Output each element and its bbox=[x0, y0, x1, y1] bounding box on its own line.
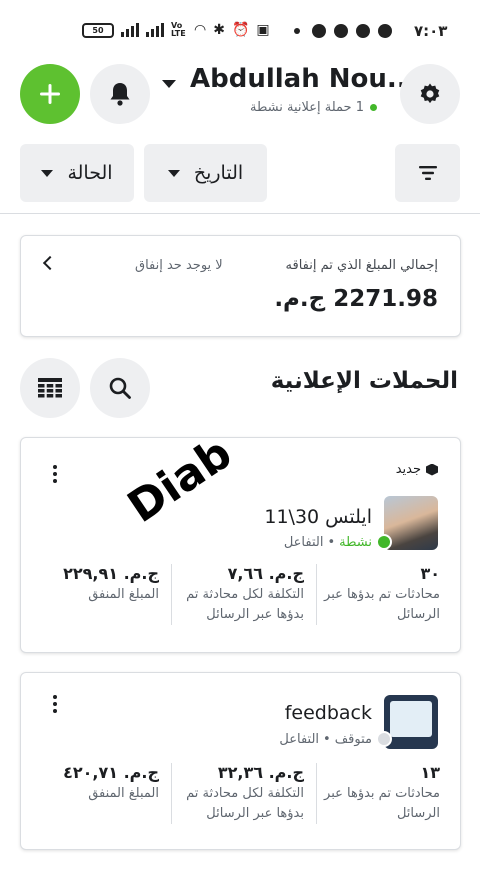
metric-cost-per-conversation: ج.م. ٣٢,٣٦ التكلفة لكل محادثة تم بدؤها ع… bbox=[172, 763, 317, 824]
account-switcher-caret-icon[interactable] bbox=[162, 80, 176, 88]
separator-dot: • bbox=[323, 732, 331, 747]
table-icon bbox=[38, 378, 62, 398]
search-button[interactable] bbox=[90, 358, 150, 418]
active-dot-icon bbox=[370, 104, 377, 111]
campaign-objective: التفاعل bbox=[279, 732, 320, 747]
campaign-status: متوقف bbox=[334, 732, 372, 747]
campaign-card[interactable]: feedback متوقف • التفاعل ١٣ محادثات تم ب… bbox=[20, 672, 461, 850]
campaign-thumbnail bbox=[384, 695, 438, 749]
bell-icon bbox=[110, 83, 130, 106]
date-filter-label: التاريخ bbox=[193, 162, 244, 184]
settings-button[interactable] bbox=[400, 64, 460, 124]
metric-label: المبلغ المنفق bbox=[88, 587, 159, 602]
separator-dot: • bbox=[327, 535, 336, 550]
campaigns-section-title: الحملات الإعلانية bbox=[270, 368, 458, 394]
signal-icon-2 bbox=[146, 23, 164, 37]
nfc-icon: ▣ bbox=[256, 22, 270, 38]
dropdown-caret-icon bbox=[167, 169, 180, 177]
metric-value: ج.م. ٤٢٠,٧١ bbox=[63, 763, 159, 782]
campaign-objective: التفاعل bbox=[283, 535, 324, 550]
active-campaigns-summary: 1 حملة إعلانية نشطة bbox=[250, 100, 390, 115]
status-filter-button[interactable]: الحالة bbox=[20, 144, 134, 202]
gear-icon bbox=[420, 83, 440, 104]
account-name[interactable]: Abdullah Nou... bbox=[190, 64, 417, 94]
battery-icon: 50 bbox=[82, 22, 114, 38]
facebook-icon bbox=[378, 24, 392, 38]
status-dot-icon bbox=[376, 731, 392, 747]
total-spend-card[interactable]: لا يوجد حد إنفاق إجمالي المبلغ الذي تم إ… bbox=[20, 235, 461, 337]
campaign-metrics: ١٣ محادثات تم بدؤها عبر الرسائل ج.م. ٣٢,… bbox=[21, 763, 462, 824]
campaign-status-line: متوقف • التفاعل bbox=[279, 732, 372, 747]
dot-icon bbox=[294, 28, 300, 34]
wifi-icon: ◠ bbox=[194, 22, 207, 38]
bluetooth-icon: ✱ bbox=[213, 22, 225, 38]
more-options-icon[interactable] bbox=[53, 695, 57, 716]
metric-conversations: ١٣ محادثات تم بدؤها عبر الرسائل bbox=[317, 763, 462, 824]
total-spend-label: إجمالي المبلغ الذي تم إنفاقه bbox=[285, 258, 438, 273]
campaign-metrics: ٣٠ محادثات تم بدؤها عبر الرسائل ج.م. ٧,٦… bbox=[21, 564, 462, 625]
spend-limit-text: لا يوجد حد إنفاق bbox=[135, 258, 223, 273]
whatsapp-icon bbox=[312, 24, 326, 38]
dropdown-caret-icon bbox=[41, 169, 54, 177]
metric-label: محادثات تم بدؤها عبر الرسائل bbox=[324, 786, 440, 821]
hexagon-icon bbox=[426, 463, 438, 476]
metric-value: ١٣ bbox=[420, 763, 440, 782]
metric-value: ج.م. ٣٢,٣٦ bbox=[217, 763, 304, 782]
new-badge-label: جديد bbox=[395, 462, 421, 477]
filter-lines-icon bbox=[418, 166, 437, 180]
signal-icon bbox=[121, 23, 139, 37]
metric-cost-per-conversation: ج.م. ٧,٦٦ التكلفة لكل محادثة تم بدؤها عب… bbox=[172, 564, 317, 625]
clock: ٧:٠٣ bbox=[414, 22, 448, 40]
table-view-button[interactable] bbox=[20, 358, 80, 418]
metric-label: المبلغ المنفق bbox=[88, 786, 159, 801]
more-options-icon[interactable] bbox=[53, 465, 57, 486]
metric-value: ج.م. ٢٢٩,٩١ bbox=[63, 564, 159, 583]
metric-label: التكلفة لكل محادثة تم بدؤها عبر الرسائل bbox=[186, 786, 304, 821]
metric-conversations: ٣٠ محادثات تم بدؤها عبر الرسائل bbox=[317, 564, 462, 625]
search-icon bbox=[109, 377, 131, 399]
metric-value: ٣٠ bbox=[420, 564, 440, 583]
date-filter-button[interactable]: التاريخ bbox=[144, 144, 267, 202]
campaign-status-line: نشطة • التفاعل bbox=[284, 535, 372, 550]
chevron-left-icon bbox=[42, 255, 58, 271]
total-spend-amount: 2271.98 ج.م. bbox=[274, 286, 438, 312]
status-bar: 50 Vo LTE ◠ ✱ ⏰ ▣ ٧:٠٣ bbox=[0, 0, 480, 62]
volte-icon: Vo LTE bbox=[171, 21, 186, 38]
alarm-icon: ⏰ bbox=[231, 22, 250, 38]
telegram-icon bbox=[356, 24, 370, 38]
active-campaigns-text: 1 حملة إعلانية نشطة bbox=[250, 100, 364, 115]
notification-icons bbox=[294, 24, 392, 38]
notifications-button[interactable] bbox=[90, 64, 150, 124]
campaign-name: ايلتس 30\11 bbox=[264, 506, 372, 528]
status-dot-icon bbox=[376, 534, 392, 550]
metric-amount-spent: ج.م. ٢٢٩,٩١ المبلغ المنفق bbox=[27, 564, 172, 625]
campaign-status: نشطة bbox=[339, 535, 372, 550]
new-badge: جديد bbox=[396, 462, 438, 477]
campaign-thumbnail bbox=[384, 496, 438, 550]
divider bbox=[0, 213, 480, 214]
metric-label: محادثات تم بدؤها عبر الرسائل bbox=[324, 587, 440, 622]
metric-value: ج.م. ٧,٦٦ bbox=[227, 564, 304, 583]
status-filter-label: الحالة bbox=[67, 162, 113, 184]
create-campaign-button[interactable] bbox=[20, 64, 80, 124]
metric-label: التكلفة لكل محادثة تم بدؤها عبر الرسائل bbox=[186, 587, 304, 622]
plus-icon bbox=[40, 84, 60, 104]
campaign-name: feedback bbox=[284, 702, 372, 724]
system-icons: 50 Vo LTE ◠ ✱ ⏰ ▣ bbox=[82, 22, 270, 38]
messenger-icon bbox=[334, 24, 348, 38]
sort-filter-button[interactable] bbox=[395, 144, 460, 202]
metric-amount-spent: ج.م. ٤٢٠,٧١ المبلغ المنفق bbox=[27, 763, 172, 824]
